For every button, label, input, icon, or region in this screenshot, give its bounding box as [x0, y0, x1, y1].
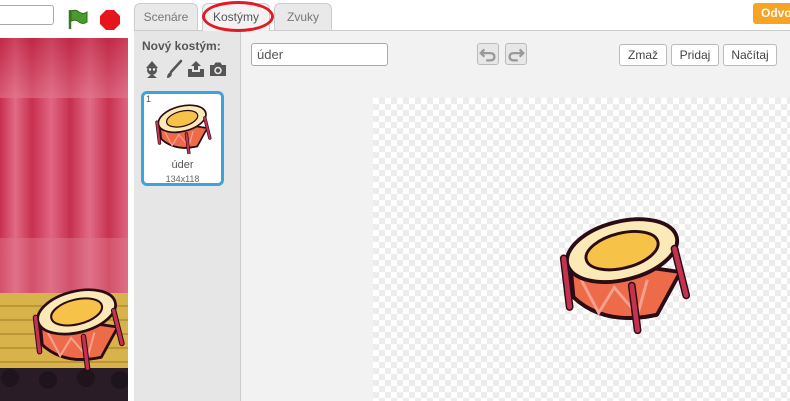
add-button[interactable]: Pridaj: [671, 44, 719, 66]
costume-name-input[interactable]: [251, 43, 388, 66]
open-button[interactable]: Odvo: [753, 3, 790, 24]
costume-thumbnail: [152, 102, 214, 154]
undo-icon: [479, 48, 496, 62]
tab-costumes[interactable]: Kostýmy: [202, 3, 270, 31]
stage-drum-sprite[interactable]: [30, 284, 126, 370]
redo-button[interactable]: [505, 43, 527, 65]
stop-icon[interactable]: [99, 9, 121, 31]
tab-sounds[interactable]: Zvuky: [274, 3, 332, 31]
costume-list-pane: Nový kostým: 1 úder 134x118: [134, 30, 240, 401]
upload-icon[interactable]: [186, 59, 206, 79]
clear-button[interactable]: Zmaž: [619, 44, 667, 66]
import-button[interactable]: Načítaj: [723, 44, 777, 66]
undo-button[interactable]: [477, 43, 499, 65]
costume-size: 134x118: [165, 174, 200, 184]
paint-editor: Zmaž Pridaj Načítaj: [240, 30, 790, 401]
stage[interactable]: [0, 38, 128, 401]
project-title-input[interactable]: [0, 5, 54, 25]
camera-icon[interactable]: [208, 59, 228, 79]
new-costume-icons: [142, 59, 238, 81]
redo-icon: [508, 48, 525, 62]
green-flag-icon[interactable]: [66, 8, 88, 30]
tab-bar: Scenáre Kostýmy Zvuky: [134, 0, 790, 31]
tab-scenes[interactable]: Scenáre: [134, 3, 198, 31]
costume-name: úder: [171, 159, 194, 171]
costume-tile[interactable]: 1 úder 134x118: [141, 91, 224, 186]
costume-number: 1: [146, 94, 152, 104]
sprite-library-icon[interactable]: [142, 59, 162, 79]
paint-canvas[interactable]: [373, 98, 790, 401]
stage-controls: [0, 0, 131, 36]
canvas-drum-image[interactable]: [556, 210, 692, 334]
paint-brush-icon[interactable]: [164, 59, 184, 79]
new-costume-label: Nový kostým:: [142, 39, 221, 53]
